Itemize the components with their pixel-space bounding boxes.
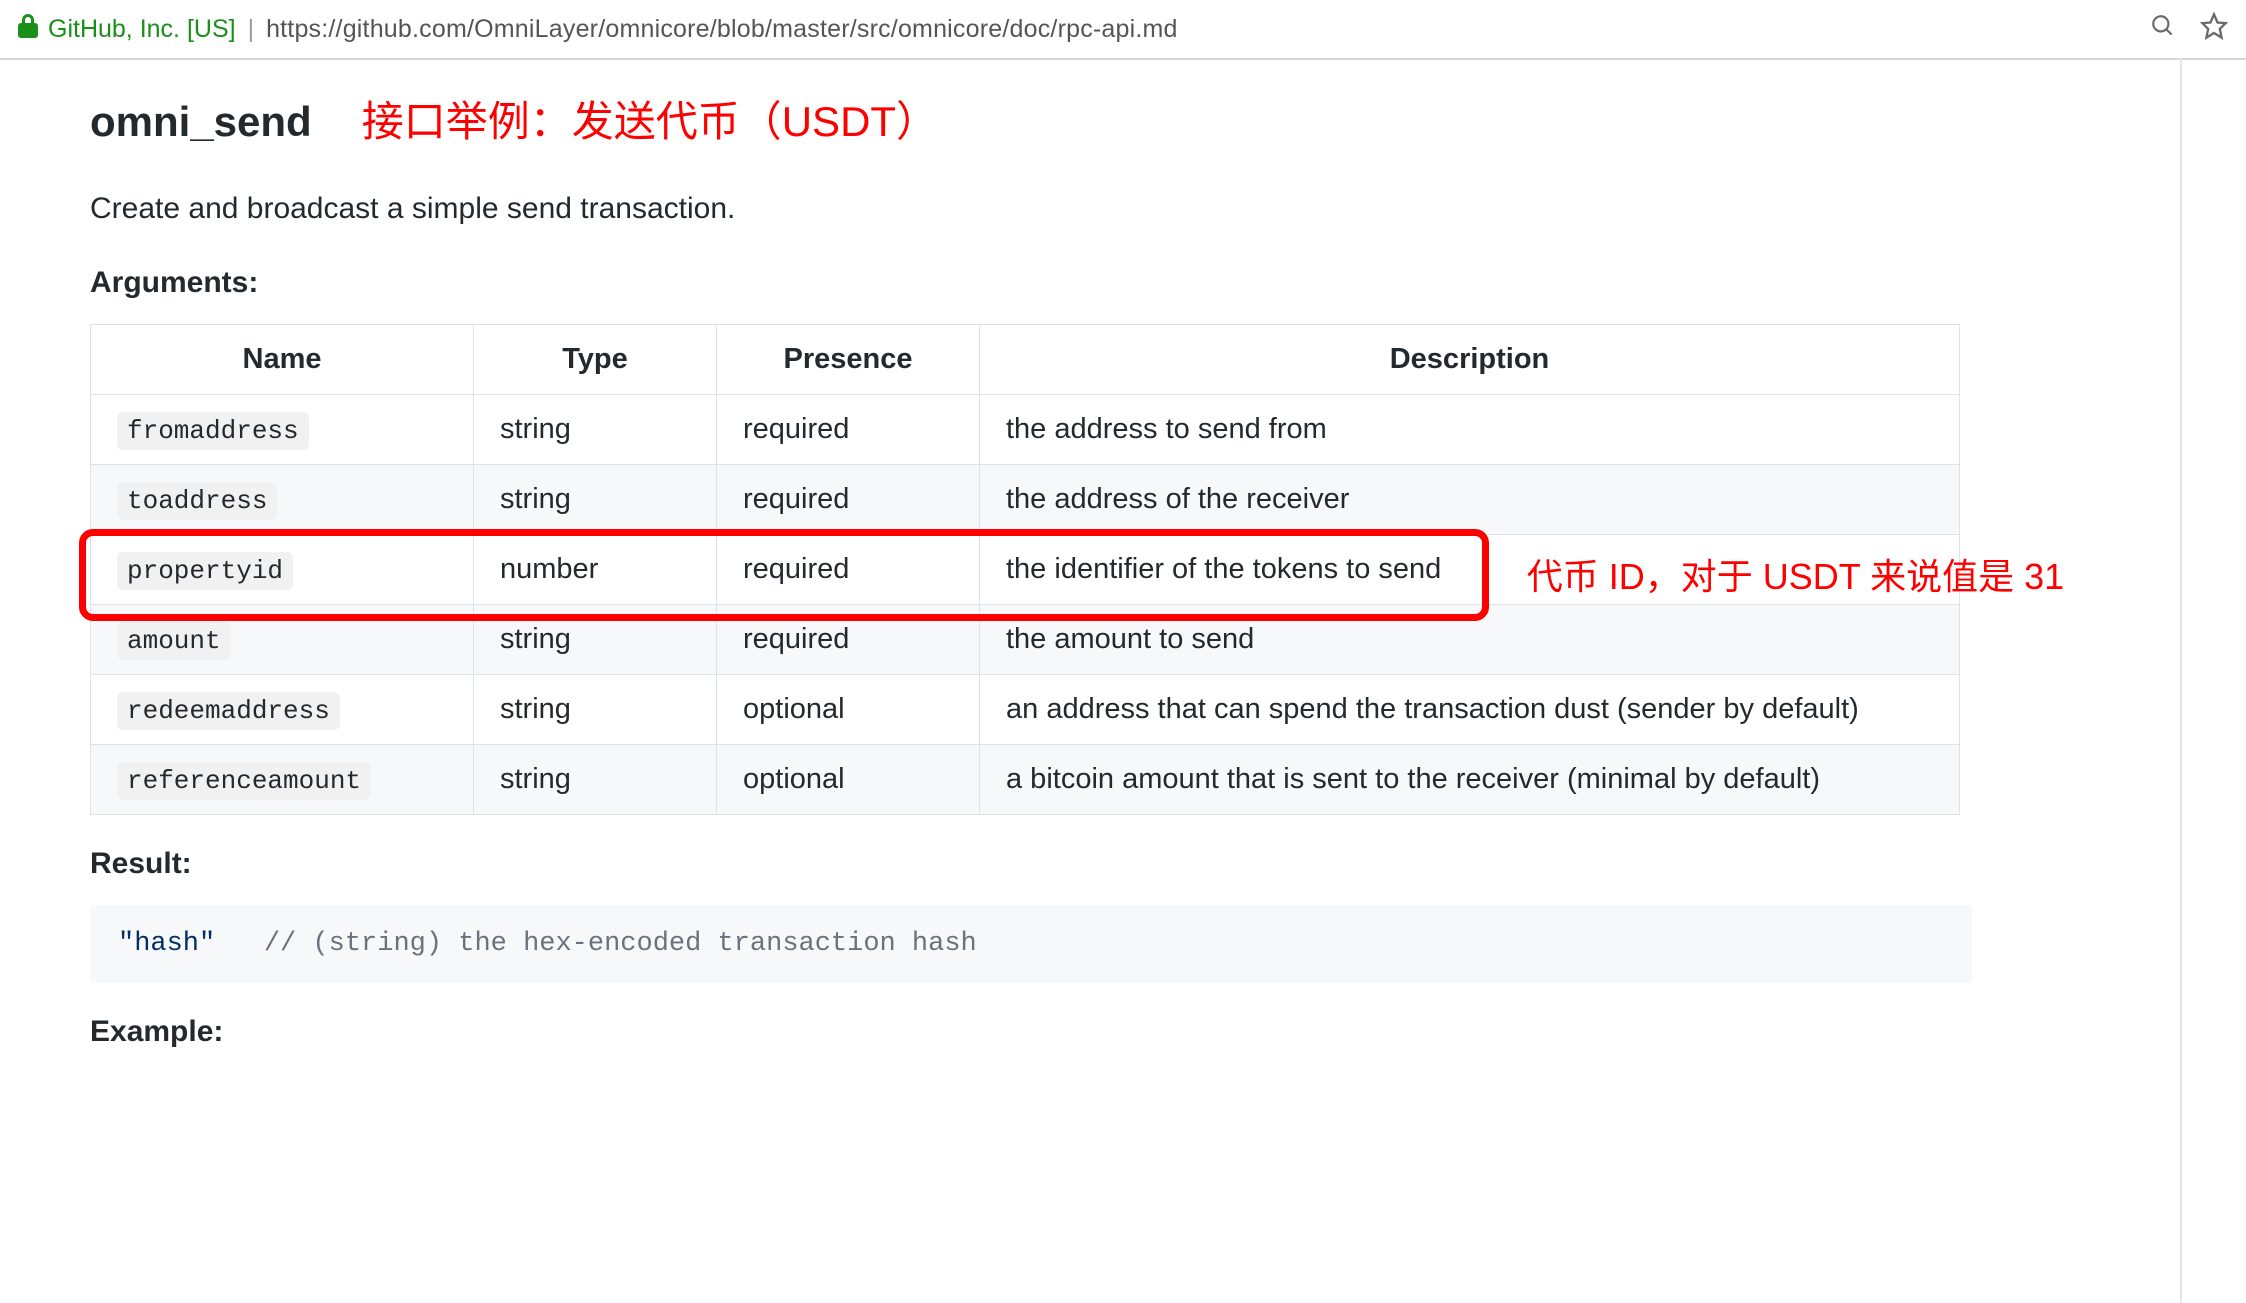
table-row: redeemaddress stringoptionalan address th… <box>91 675 1960 745</box>
arg-type: string <box>474 395 717 465</box>
arg-presence: optional <box>717 745 980 815</box>
arg-type: string <box>474 675 717 745</box>
api-description: Create and broadcast a simple send trans… <box>90 192 2180 226</box>
annotation-highlight-note: 代币 ID，对于 USDT 来说值是 31 <box>1527 548 2064 600</box>
zoom-icon[interactable] <box>2150 13 2176 46</box>
arg-presence: required <box>717 605 980 675</box>
arg-presence: required <box>717 395 980 465</box>
api-method-heading: omni_send <box>90 98 312 146</box>
arg-name: propertyid <box>117 552 293 590</box>
arg-presence: required <box>717 535 980 605</box>
col-presence: Presence <box>717 325 980 395</box>
arg-description: the address of the receiver <box>980 465 1960 535</box>
arguments-heading: Arguments: <box>90 266 2180 300</box>
annotation-title: 接口举例：发送代币（USDT） <box>362 101 938 143</box>
arg-presence: optional <box>717 675 980 745</box>
result-code-block: "hash" // (string) the hex-encoded trans… <box>90 905 1972 983</box>
arg-description: a bitcoin amount that is sent to the rec… <box>980 745 1960 815</box>
arg-type: string <box>474 745 717 815</box>
arg-description: the amount to send <box>980 605 1960 675</box>
col-type: Type <box>474 325 717 395</box>
table-row: toaddress stringrequiredthe address of th… <box>91 465 1960 535</box>
table-row: referenceamount stringoptionala bitcoin a… <box>91 745 1960 815</box>
address-separator: | <box>248 15 255 44</box>
arg-type: string <box>474 605 717 675</box>
star-icon[interactable] <box>2200 12 2228 47</box>
arg-type: string <box>474 465 717 535</box>
lock-icon <box>18 14 38 44</box>
arg-name: toaddress <box>117 482 277 520</box>
arg-presence: required <box>717 465 980 535</box>
ssl-cert-name: GitHub, Inc. [US] <box>48 15 236 44</box>
table-row: amount stringrequiredthe amount to send <box>91 605 1960 675</box>
arg-name: redeemaddress <box>117 692 340 730</box>
col-name: Name <box>91 325 474 395</box>
table-row: fromaddress stringrequiredthe address to … <box>91 395 1960 465</box>
arg-description: the address to send from <box>980 395 1960 465</box>
table-header-row: Name Type Presence Description <box>91 325 1960 395</box>
page-url[interactable]: https://github.com/OmniLayer/omnicore/bl… <box>266 15 1178 44</box>
arg-description: an address that can spend the transactio… <box>980 675 1960 745</box>
result-heading: Result: <box>90 847 2180 881</box>
arg-name: fromaddress <box>117 412 309 450</box>
arg-name: referenceamount <box>117 762 371 800</box>
arg-name: amount <box>117 622 231 660</box>
document-content: omni_send 接口举例：发送代币（USDT） Create and bro… <box>0 58 2182 1303</box>
arg-type: number <box>474 535 717 605</box>
col-description: Description <box>980 325 1960 395</box>
browser-address-bar: GitHub, Inc. [US] | https://github.com/O… <box>0 0 2246 60</box>
example-heading: Example: <box>90 1015 2180 1049</box>
